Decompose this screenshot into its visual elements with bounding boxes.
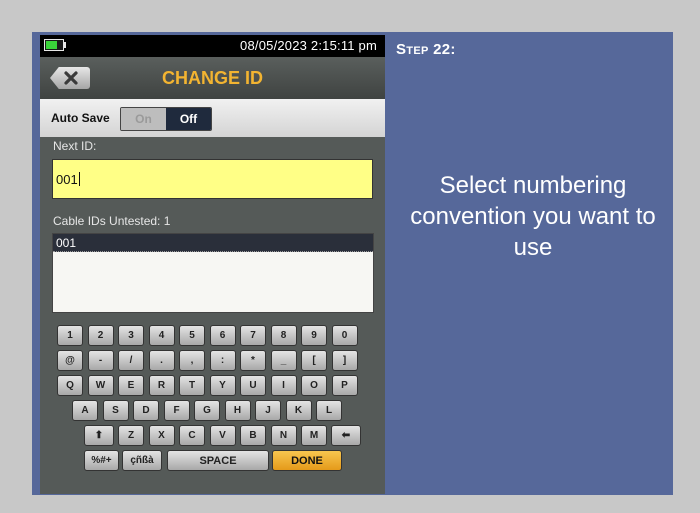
- symbols-key[interactable]: %#+: [84, 450, 119, 471]
- key-4-1[interactable]: X: [148, 425, 175, 446]
- key-3-8[interactable]: L: [316, 400, 342, 421]
- key-3-5[interactable]: H: [224, 400, 251, 421]
- key-2-7[interactable]: I: [270, 375, 297, 396]
- untested-id-list: 001: [52, 233, 374, 313]
- key-3-0[interactable]: A: [72, 400, 98, 421]
- key-4-5[interactable]: N: [270, 425, 297, 446]
- key-0-5[interactable]: 6: [209, 325, 236, 346]
- key-3-2[interactable]: D: [133, 400, 159, 421]
- key-3-1[interactable]: S: [102, 400, 129, 421]
- key-0-6[interactable]: 7: [240, 325, 266, 346]
- key-0-8[interactable]: 9: [301, 325, 327, 346]
- key-4-6[interactable]: M: [301, 425, 327, 446]
- list-item[interactable]: 001: [53, 234, 373, 252]
- status-bar: 08/05/2023 2:15:11 pm: [40, 35, 385, 57]
- key-0-4[interactable]: 5: [179, 325, 205, 346]
- key-1-1[interactable]: -: [87, 350, 114, 371]
- key-4-0[interactable]: Z: [118, 425, 144, 446]
- page-title: CHANGE ID: [161, 68, 263, 88]
- key-2-5[interactable]: Y: [209, 375, 236, 396]
- title-bar: CHANGE ID: [40, 57, 385, 99]
- key-2-0[interactable]: Q: [57, 375, 83, 396]
- key-1-5[interactable]: :: [209, 350, 236, 371]
- key-1-4[interactable]: ,: [179, 350, 205, 371]
- accents-key[interactable]: çñßà: [122, 450, 162, 471]
- key-0-1[interactable]: 2: [87, 325, 114, 346]
- key-0-0[interactable]: 1: [57, 325, 83, 346]
- key-1-2[interactable]: /: [118, 350, 144, 371]
- key-1-7[interactable]: _: [270, 350, 297, 371]
- backspace-key[interactable]: ⬅: [331, 425, 361, 446]
- datetime: 08/05/2023 2:15:11 pm: [240, 38, 377, 53]
- key-3-6[interactable]: J: [255, 400, 281, 421]
- key-4-2[interactable]: C: [179, 425, 205, 446]
- device-screen: 08/05/2023 2:15:11 pm CHANGE ID Auto Sav…: [40, 35, 385, 494]
- step-instruction: Select numbering convention you want to …: [410, 172, 656, 261]
- battery-icon: [44, 39, 64, 51]
- key-0-3[interactable]: 4: [148, 325, 175, 346]
- space-key[interactable]: SPACE: [167, 450, 269, 471]
- key-1-6[interactable]: *: [240, 350, 266, 371]
- key-1-9[interactable]: ]: [331, 350, 358, 371]
- key-2-2[interactable]: E: [118, 375, 144, 396]
- key-4-3[interactable]: V: [209, 425, 236, 446]
- key-2-9[interactable]: P: [331, 375, 358, 396]
- key-1-3[interactable]: .: [148, 350, 175, 371]
- key-3-3[interactable]: F: [163, 400, 190, 421]
- on-screen-keyboard: 1 2 3 4 5 6 7 8 9 0 @ - /.,: * _[] Q W E R T Y U I O P A S D F G H J K L Z…: [40, 321, 385, 491]
- key-2-1[interactable]: W: [87, 375, 114, 396]
- key-0-9[interactable]: 0: [331, 325, 358, 346]
- key-1-8[interactable]: [: [301, 350, 327, 371]
- auto-save-toggle[interactable]: On Off: [120, 107, 212, 131]
- untested-label: Cable IDs Untested: 1: [53, 214, 171, 228]
- key-3-4[interactable]: G: [194, 400, 220, 421]
- key-3-7[interactable]: K: [285, 400, 312, 421]
- key-2-4[interactable]: T: [179, 375, 205, 396]
- key-0-2[interactable]: 3: [118, 325, 144, 346]
- auto-save-on-option[interactable]: On: [121, 108, 166, 130]
- next-id-value: 001: [56, 172, 78, 187]
- done-button[interactable]: DONE: [272, 450, 342, 471]
- key-1-0[interactable]: @: [57, 350, 83, 371]
- step-title: Step 22:: [396, 41, 456, 58]
- auto-save-row: Auto Save On Off: [40, 99, 385, 137]
- key-4-4[interactable]: B: [240, 425, 266, 446]
- auto-save-off-option[interactable]: Off: [166, 108, 211, 130]
- text-caret: [78, 172, 80, 186]
- next-id-input[interactable]: 001: [52, 159, 373, 199]
- key-2-6[interactable]: U: [240, 375, 266, 396]
- next-id-label: Next ID:: [53, 139, 97, 153]
- key-2-8[interactable]: O: [301, 375, 327, 396]
- key-2-3[interactable]: R: [148, 375, 175, 396]
- key-0-7[interactable]: 8: [270, 325, 297, 346]
- shift-key[interactable]: ⬆: [84, 425, 114, 446]
- auto-save-label: Auto Save: [51, 111, 110, 125]
